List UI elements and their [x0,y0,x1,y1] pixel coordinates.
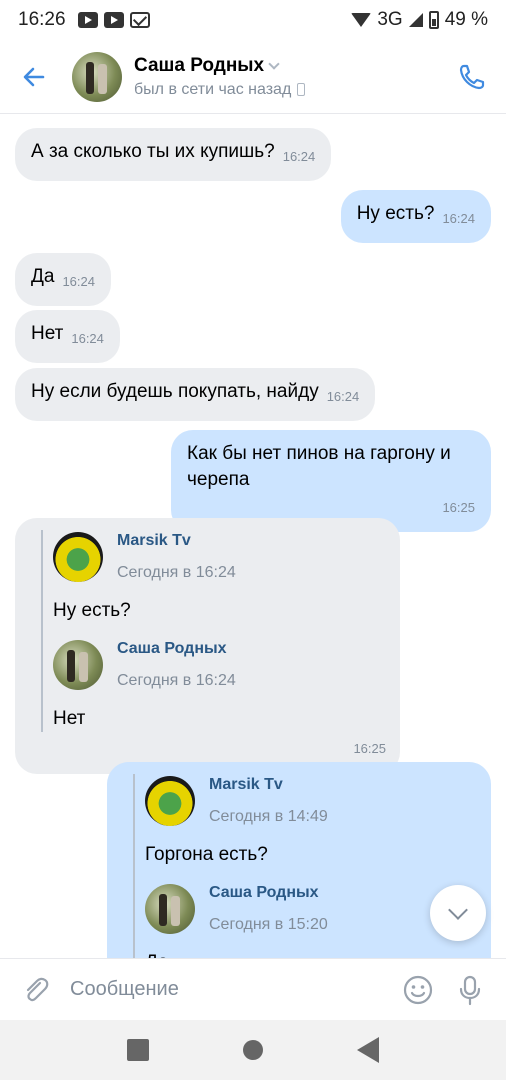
author-name[interactable]: Marsik Tv [117,528,236,554]
status-bar: 16:26 3G 49 % [0,0,506,40]
message-time: 16:25 [353,741,386,756]
signal-icon [408,13,423,27]
status-time: 16:26 [18,9,66,30]
contact-info[interactable]: Саша Родных был в сети час назад [134,54,306,99]
forwarded-block: Marsik Tv Сегодня в 16:24 Ну есть? Саша … [41,530,386,732]
recent-apps-button[interactable] [127,1039,149,1061]
message-text: Нет [31,323,64,344]
forward-date: Сегодня в 14:49 [209,808,328,825]
message-text: Ну если будешь покупать, найду [31,381,319,402]
message-incoming[interactable]: Нет 16:24 [15,310,120,363]
paperclip-icon [26,977,49,1001]
voice-record-button[interactable] [450,970,490,1010]
smile-icon [403,975,433,1004]
message-incoming[interactable]: Да 16:24 [15,253,111,306]
forwarded-text: Нет [53,708,86,729]
author-avatar[interactable] [53,640,103,690]
back-button[interactable] [16,59,52,95]
message-text: Да [31,266,55,287]
scroll-down-button[interactable] [430,885,486,941]
message-text: Как бы нет пинов на гаргону и черепа [187,443,451,490]
network-type: 3G [377,9,403,30]
contact-avatar[interactable] [72,51,122,102]
forwarded-text: Да [145,950,477,958]
youtube-notification-icon [77,12,98,28]
mail-notification-icon [129,12,150,28]
call-button[interactable] [454,59,490,95]
home-button[interactable] [243,1040,263,1060]
forward-date: Сегодня в 15:20 [209,916,328,933]
forwarded-block: Marsik Tv Сегодня в 14:49 Горгона есть? … [133,774,477,958]
message-forwarded-outgoing[interactable]: Marsik Tv Сегодня в 14:49 Горгона есть? … [107,762,491,958]
message-input[interactable] [70,978,398,1001]
message-composer [0,958,506,1020]
chevron-down-icon [448,900,468,920]
message-time: 16:24 [326,389,360,404]
message-incoming[interactable]: Ну если будешь покупать, найду 16:24 [15,368,376,421]
wifi-icon [351,13,372,27]
contact-name: Саша Родных [134,54,265,76]
message-incoming[interactable]: А за сколько ты их купишь? 16:24 [15,128,332,181]
author-avatar[interactable] [145,884,195,934]
chevron-down-icon [268,57,280,70]
message-forwarded-incoming[interactable]: Marsik Tv Сегодня в 16:24 Ну есть? Саша … [15,518,400,774]
message-outgoing[interactable]: Как бы нет пинов на гаргону и черепа 16:… [171,430,491,532]
forward-date: Сегодня в 16:24 [117,672,236,689]
author-avatar[interactable] [53,532,103,582]
battery-icon [428,11,439,29]
message-time: 16:24 [62,274,95,289]
youtube-notification-icon [103,12,124,28]
message-time: 16:24 [282,149,316,164]
contact-last-seen: был в сети час назад [134,80,292,98]
author-name[interactable]: Саша Родных [117,636,236,662]
arrow-left-icon [23,67,45,86]
battery-percent: 49 % [444,9,488,30]
attach-button[interactable] [16,970,56,1010]
microphone-icon [459,975,481,1005]
mobile-device-icon [297,83,306,96]
message-time: 16:24 [71,331,104,346]
message-text: Ну есть? [356,203,435,224]
author-name[interactable]: Саша Родных [209,880,328,906]
message-list[interactable]: А за сколько ты их купишь? 16:24 Ну есть?… [0,114,506,958]
system-navigation-bar [0,1020,506,1080]
forwarded-text: Горгона есть? [145,844,268,865]
author-avatar[interactable] [145,776,195,826]
phone-icon [459,64,485,89]
message-time: 16:24 [442,211,475,226]
forward-date: Сегодня в 16:24 [117,564,236,581]
chat-header: Саша Родных был в сети час назад [0,40,506,114]
author-name[interactable]: Marsik Tv [209,772,328,798]
system-back-button[interactable] [357,1037,379,1063]
emoji-button[interactable] [398,970,438,1010]
message-text: А за сколько ты их купишь? [31,141,275,162]
message-outgoing[interactable]: Ну есть? 16:24 [340,190,491,243]
forwarded-text: Ну есть? [53,600,131,621]
